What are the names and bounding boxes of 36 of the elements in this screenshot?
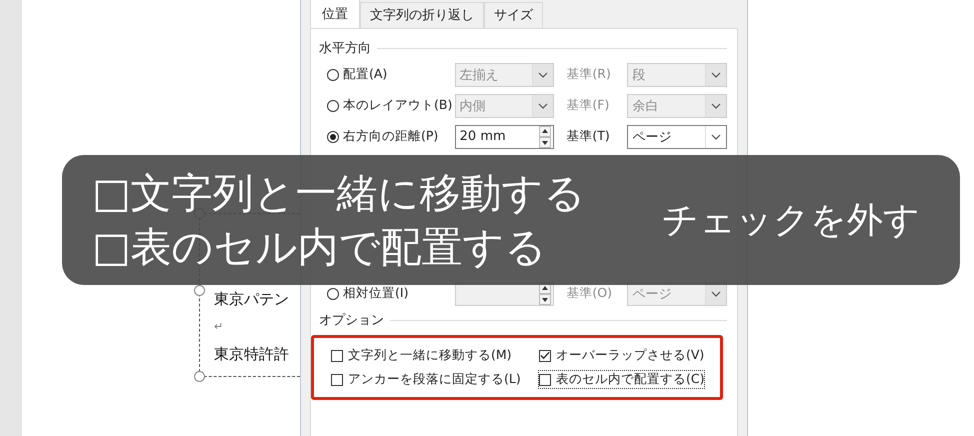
checkbox-option[interactable]: アンカーを段落に固定する(L) [330, 370, 522, 389]
caption-text: □文字列と一緒に移動する [92, 168, 586, 219]
chevron-down-icon [538, 72, 548, 78]
checkbox[interactable] [331, 350, 343, 362]
tab[interactable]: 文字列の折り返し [360, 2, 484, 28]
checkbox[interactable] [539, 374, 551, 386]
caption-note: チェックを外す [662, 198, 920, 242]
caption-text: □表のセル内で配置する [92, 222, 548, 273]
tab[interactable]: サイズ [484, 2, 543, 28]
paragraph-mark: ↵ [214, 319, 224, 335]
spin-field[interactable]: 20 mm [454, 124, 554, 148]
chevron-down-icon [711, 102, 721, 108]
tab[interactable]: 位置 [310, 0, 360, 28]
spin-arrows-icon [539, 126, 552, 148]
radio-button[interactable] [327, 130, 339, 142]
chevron-down-icon [538, 102, 548, 108]
checkbox[interactable] [539, 350, 551, 362]
checkbox[interactable] [331, 374, 343, 386]
checkbox-option[interactable]: オーバーラップさせる(V) [538, 346, 706, 365]
chevron-down-icon [711, 290, 721, 296]
chevron-down-icon [711, 72, 721, 78]
checkbox-option[interactable]: 文字列と一緒に移動する(M) [330, 346, 513, 365]
field-label: 基準(R) [565, 66, 612, 83]
field-label: 基準(F) [565, 97, 610, 114]
chevron-down-icon [711, 134, 721, 140]
field-label: 基準(O) [565, 285, 613, 302]
field-label: 基準(T) [565, 128, 611, 145]
resize-handle[interactable] [194, 285, 205, 296]
section-title: 水平方向 [319, 40, 371, 57]
checkbox-option[interactable]: 表のセル内で配置する(C) [538, 370, 706, 389]
document-text: 東京パテン [214, 289, 289, 310]
dropdown[interactable]: ページ [627, 124, 727, 148]
resize-handle[interactable] [194, 371, 205, 382]
radio-option[interactable]: 右方向の距離(P) [327, 128, 455, 145]
section-title: オプション [319, 312, 384, 329]
document-text: 東京特許許 [214, 344, 289, 365]
